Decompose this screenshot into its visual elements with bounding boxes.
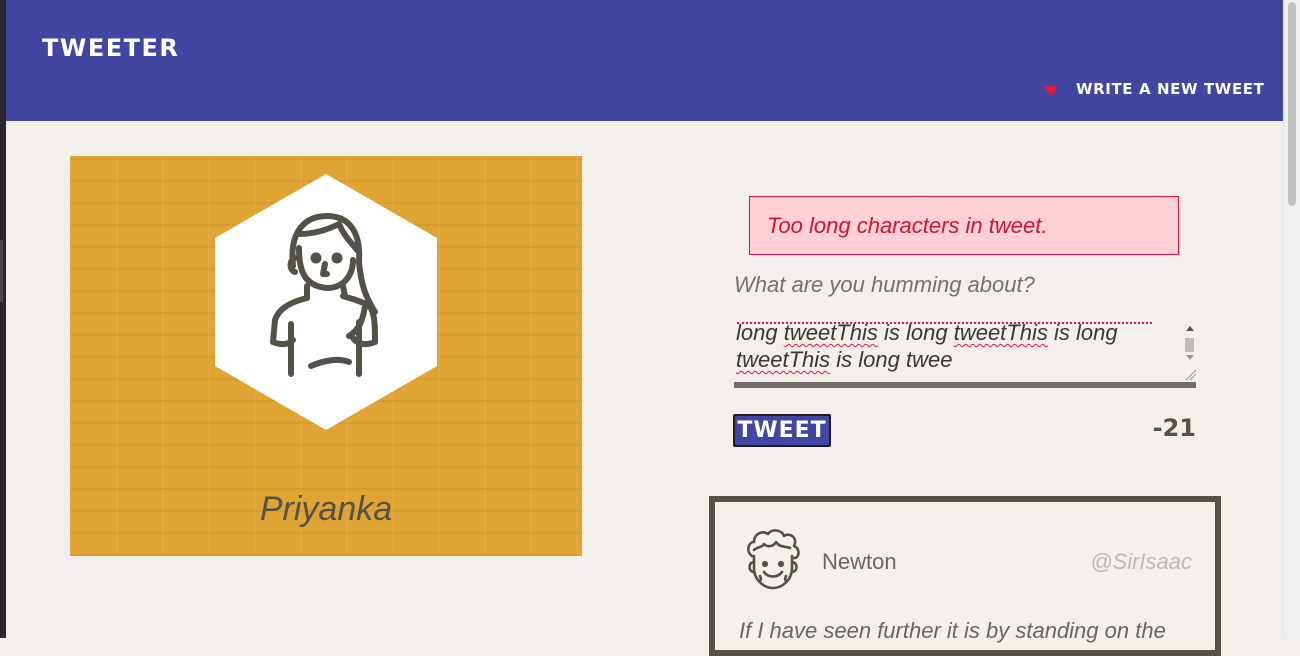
error-message: Too long characters in tweet. xyxy=(749,196,1179,255)
page-scrollbar-thumb[interactable] xyxy=(1288,2,1296,206)
tweet-submit-button[interactable]: TWEET xyxy=(733,414,831,447)
textarea-line: long tweetThis is long tweetThis is long xyxy=(736,320,1118,345)
top-navbar: TWEETER WRITE A NEW TWEET xyxy=(6,0,1284,121)
page-scrollbar[interactable] xyxy=(1283,0,1300,638)
resize-grip-icon[interactable] xyxy=(1184,368,1196,380)
write-new-tweet-link[interactable]: WRITE A NEW TWEET xyxy=(1044,78,1264,100)
brand-logo[interactable]: TWEETER xyxy=(42,34,179,62)
textarea-line: tweetThis is long twee xyxy=(736,347,953,372)
scroll-up-arrow-icon[interactable] xyxy=(1186,326,1194,331)
profile-card: Priyanka xyxy=(70,156,582,556)
profile-name: Priyanka xyxy=(259,490,393,528)
tweet-text: If I have seen further it is by standing… xyxy=(739,618,1166,643)
composer-prompt-label: What are you humming about? xyxy=(734,272,1035,297)
tweet-textarea-content: long tweetThis is long tweetThis is long… xyxy=(736,320,1176,373)
scroll-thumb[interactable] xyxy=(1185,338,1194,352)
tweet-card: Newton @SirIsaac If I have seen further … xyxy=(709,496,1221,656)
textarea-scrollbar[interactable] xyxy=(1184,326,1196,382)
tweet-author-handle: @SirIsaac xyxy=(1090,549,1192,574)
tweet-author-name: Newton xyxy=(822,549,897,574)
scroll-down-arrow-icon[interactable] xyxy=(1186,355,1194,360)
character-counter: -21 xyxy=(1152,414,1196,442)
hexagon-shape xyxy=(215,174,437,430)
triangle-down-icon xyxy=(1044,85,1058,97)
profile-avatar-hexagon xyxy=(215,174,437,430)
tweet-textarea[interactable]: long tweetThis is long tweetThis is long… xyxy=(734,320,1196,388)
curly-hair-man-avatar-icon xyxy=(747,529,800,590)
window-edge-marker xyxy=(0,240,3,302)
write-new-tweet-label: WRITE A NEW TWEET xyxy=(1076,80,1265,98)
